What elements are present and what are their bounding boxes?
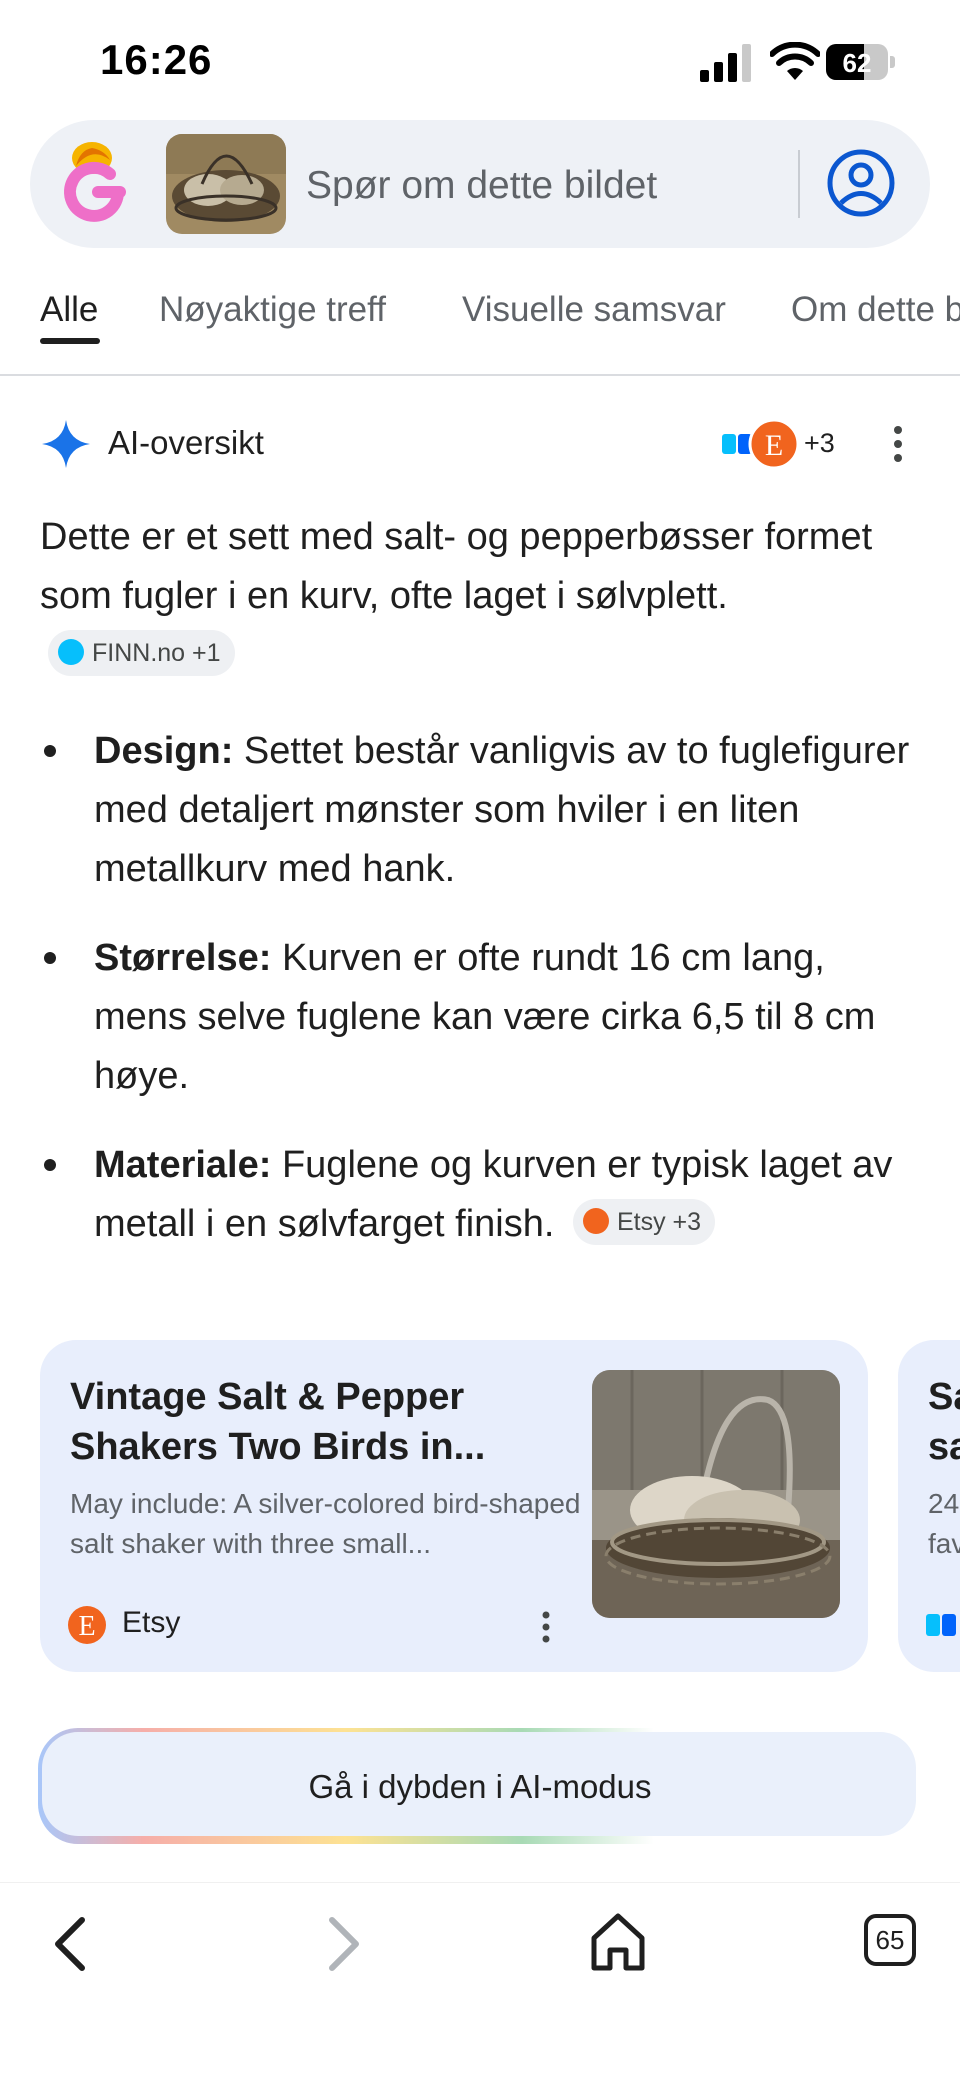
- active-tab-indicator: [40, 338, 100, 344]
- bottom-navigation: [0, 1882, 960, 2079]
- tab-alle[interactable]: Alle: [40, 290, 98, 330]
- svg-text:E: E: [765, 429, 783, 462]
- sparkle-icon: [42, 420, 90, 468]
- result-card[interactable]: Vintage Salt & Pepper Shakers Two Birds …: [40, 1340, 868, 1672]
- source-chip-label: FINN.no +1: [92, 638, 221, 667]
- bullet-label: Design:: [94, 730, 234, 772]
- battery-percent: 62: [842, 48, 872, 78]
- home-icon[interactable]: [588, 1910, 648, 1974]
- intro-text: Dette er et sett med salt- og pepperbøss…: [40, 516, 873, 617]
- etsy-icon: [582, 1208, 609, 1235]
- card-title[interactable]: Vintage Salt & Pepper Shakers Two Birds …: [70, 1372, 570, 1472]
- etsy-icon: E: [68, 1606, 106, 1644]
- bullet-label: Størrelse:: [94, 937, 272, 979]
- forward-icon[interactable]: [316, 1914, 366, 1974]
- search-input[interactable]: Spør om dette bildet: [306, 164, 657, 208]
- wifi-icon: [770, 42, 820, 80]
- status-time: 16:26: [100, 36, 213, 83]
- tab-om-dette-bildet[interactable]: Om dette b: [791, 290, 960, 330]
- source-count[interactable]: +3: [804, 428, 835, 459]
- svg-text:E: E: [78, 1611, 95, 1642]
- bullet-label: Materiale:: [94, 1144, 272, 1186]
- ai-overview-title: AI-oversikt: [108, 424, 264, 461]
- more-vert-icon[interactable]: [886, 424, 910, 464]
- ai-mode-button-label[interactable]: Gå i dybden i AI-modus: [0, 1768, 960, 1806]
- search-divider: [798, 150, 800, 218]
- card-title[interactable]: Sa sa: [928, 1372, 960, 1472]
- source-chip-etsy[interactable]: Etsy +3: [572, 1198, 716, 1245]
- more-vert-icon[interactable]: [536, 1610, 556, 1644]
- account-icon[interactable]: [826, 148, 896, 218]
- google-lens-icon[interactable]: [56, 136, 136, 226]
- source-chip-finn[interactable]: FINN.no +1: [48, 629, 235, 676]
- card-description: 24 fav: [928, 1488, 960, 1559]
- back-icon[interactable]: [48, 1914, 98, 1974]
- result-card[interactable]: Sa sa 24 fav: [898, 1340, 960, 1672]
- source-favicons[interactable]: E: [712, 418, 802, 470]
- card-source: Etsy: [122, 1606, 181, 1639]
- tabs-icon[interactable]: 65: [864, 1914, 916, 1966]
- tab-noyaktige-treff[interactable]: Nøyaktige treff: [159, 290, 386, 330]
- card-description: May include: A silver-colored bird-shape…: [70, 1488, 581, 1559]
- card-image[interactable]: [592, 1370, 840, 1618]
- finn-icon: [58, 639, 84, 666]
- battery-indicator: 62: [826, 44, 896, 82]
- source-chip-label: Etsy +3: [616, 1207, 702, 1236]
- cellular-signal-icon: [700, 44, 751, 82]
- finn-icon: [926, 1614, 956, 1636]
- bullet-design: Design: Settet består vanligvis av to fu…: [40, 722, 920, 899]
- bullet-materiale: Materiale: Fuglene og kurven er typisk l…: [40, 1136, 920, 1254]
- ai-overview-intro: Dette er et sett med salt- og pepperbøss…: [40, 508, 920, 685]
- query-image-thumbnail[interactable]: [166, 134, 286, 234]
- results-tabs: Alle Nøyaktige treff Visuelle samsvar Om…: [0, 282, 960, 376]
- tab-visuelle-samsvar[interactable]: Visuelle samsvar: [462, 290, 726, 330]
- bullet-storrelse: Størrelse: Kurven er ofte rundt 16 cm la…: [40, 929, 920, 1106]
